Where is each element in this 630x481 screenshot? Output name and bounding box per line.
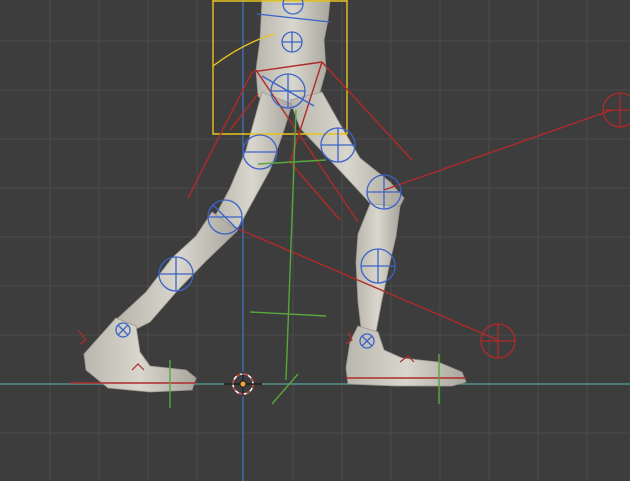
ik-target-icon[interactable] [480,323,516,359]
3d-viewport[interactable] [0,0,630,481]
object-origin-dot [239,380,247,388]
viewport-canvas[interactable] [0,0,630,481]
